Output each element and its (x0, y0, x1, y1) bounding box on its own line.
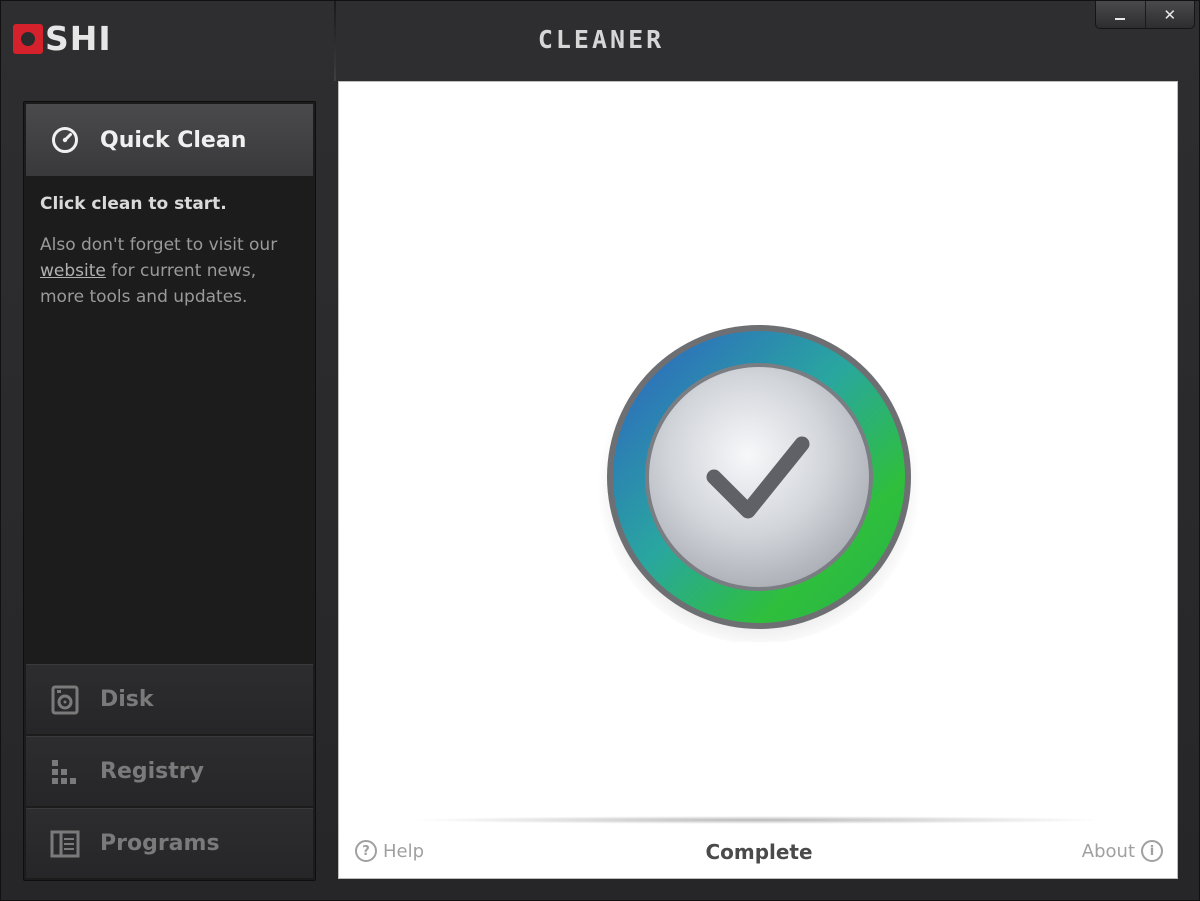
nav-programs[interactable]: Programs (26, 808, 313, 878)
about-label: About (1081, 840, 1135, 862)
title-divider (334, 1, 336, 81)
main-panel: ? Help Complete About i (338, 81, 1178, 879)
app-window: SHI CLEANER ✕ Quick Clean Click clean to… (0, 0, 1200, 901)
disk-icon (50, 685, 80, 715)
logo-text: SHI (45, 19, 112, 58)
logo-mark-icon (13, 24, 43, 54)
window-controls: ✕ (1095, 1, 1195, 29)
nav-quick-clean[interactable]: Quick Clean (26, 104, 313, 176)
website-link[interactable]: website (40, 261, 106, 281)
minimize-icon (1115, 17, 1126, 20)
title-bar[interactable]: SHI CLEANER ✕ (1, 1, 1200, 81)
checkmark-icon (594, 312, 924, 644)
nav-registry[interactable]: Registry (26, 736, 313, 806)
description-body: Also don't forget to visit our website f… (40, 232, 305, 310)
app-title: CLEANER (537, 25, 665, 54)
registry-icon (50, 757, 80, 787)
description-title: Click clean to start. (40, 194, 227, 214)
sidebar-description: Click clean to start. Also don't forget … (40, 194, 305, 310)
app-logo: SHI (13, 19, 112, 59)
nav-disk-label: Disk (100, 687, 154, 712)
minimize-button[interactable] (1096, 1, 1145, 28)
gauge-icon (50, 125, 80, 155)
nav-registry-label: Registry (100, 759, 204, 784)
sidebar: Quick Clean Click clean to start. Also d… (23, 101, 316, 881)
nav-disk[interactable]: Disk (26, 664, 313, 734)
info-icon: i (1141, 840, 1163, 862)
nav-programs-label: Programs (100, 831, 220, 856)
status-divider (409, 816, 1109, 824)
status-text: Complete (705, 840, 813, 864)
programs-icon (50, 829, 80, 859)
footer-bar: ? Help Complete About i (339, 834, 1179, 874)
close-button[interactable]: ✕ (1144, 1, 1195, 28)
nav-quick-clean-label: Quick Clean (100, 127, 247, 153)
close-icon: ✕ (1163, 5, 1177, 24)
about-button[interactable]: About i (1082, 840, 1163, 862)
description-text: Also don't forget to visit our (40, 235, 278, 255)
